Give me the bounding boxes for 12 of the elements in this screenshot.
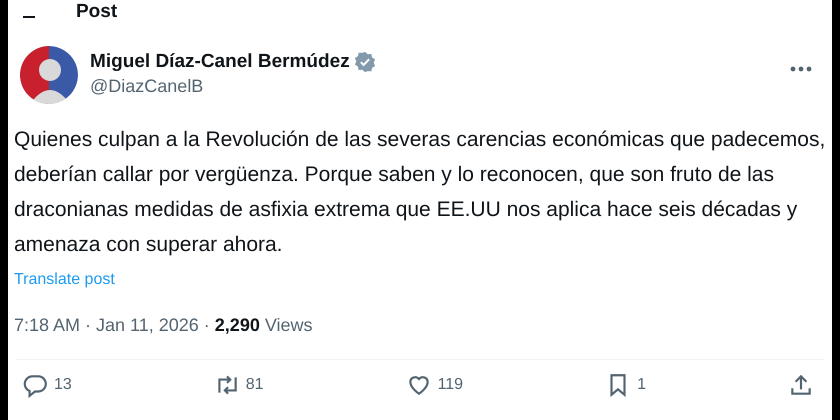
- reply-icon: [22, 372, 48, 398]
- like-button[interactable]: 119: [406, 372, 464, 398]
- author-name[interactable]: Miguel Díaz-Canel Bermúdez: [90, 50, 350, 74]
- repost-button[interactable]: 81: [214, 372, 264, 398]
- page-title: Post: [76, 2, 118, 22]
- avatar[interactable]: [20, 46, 78, 104]
- post-meta: 7:18 AM · Jan 11, 2026 · 2,290 Views: [13, 314, 314, 337]
- more-options-icon[interactable]: [790, 66, 812, 72]
- bookmark-button[interactable]: 1: [605, 372, 646, 398]
- post-text: Quienes culpan a la Revolución de las severas carencias económicas que padecemos, deberían callar por vergüenza. Porque saben y lo reconocen, que son fruto de las draconianas medidas de asfixia extrema que EE.UU nos aplica hace seis décadas y amenaza con superar ahora.: [13, 127, 826, 258]
- reply-button[interactable]: 13: [22, 372, 72, 398]
- author-handle[interactable]: @DiazCanelB: [90, 74, 778, 98]
